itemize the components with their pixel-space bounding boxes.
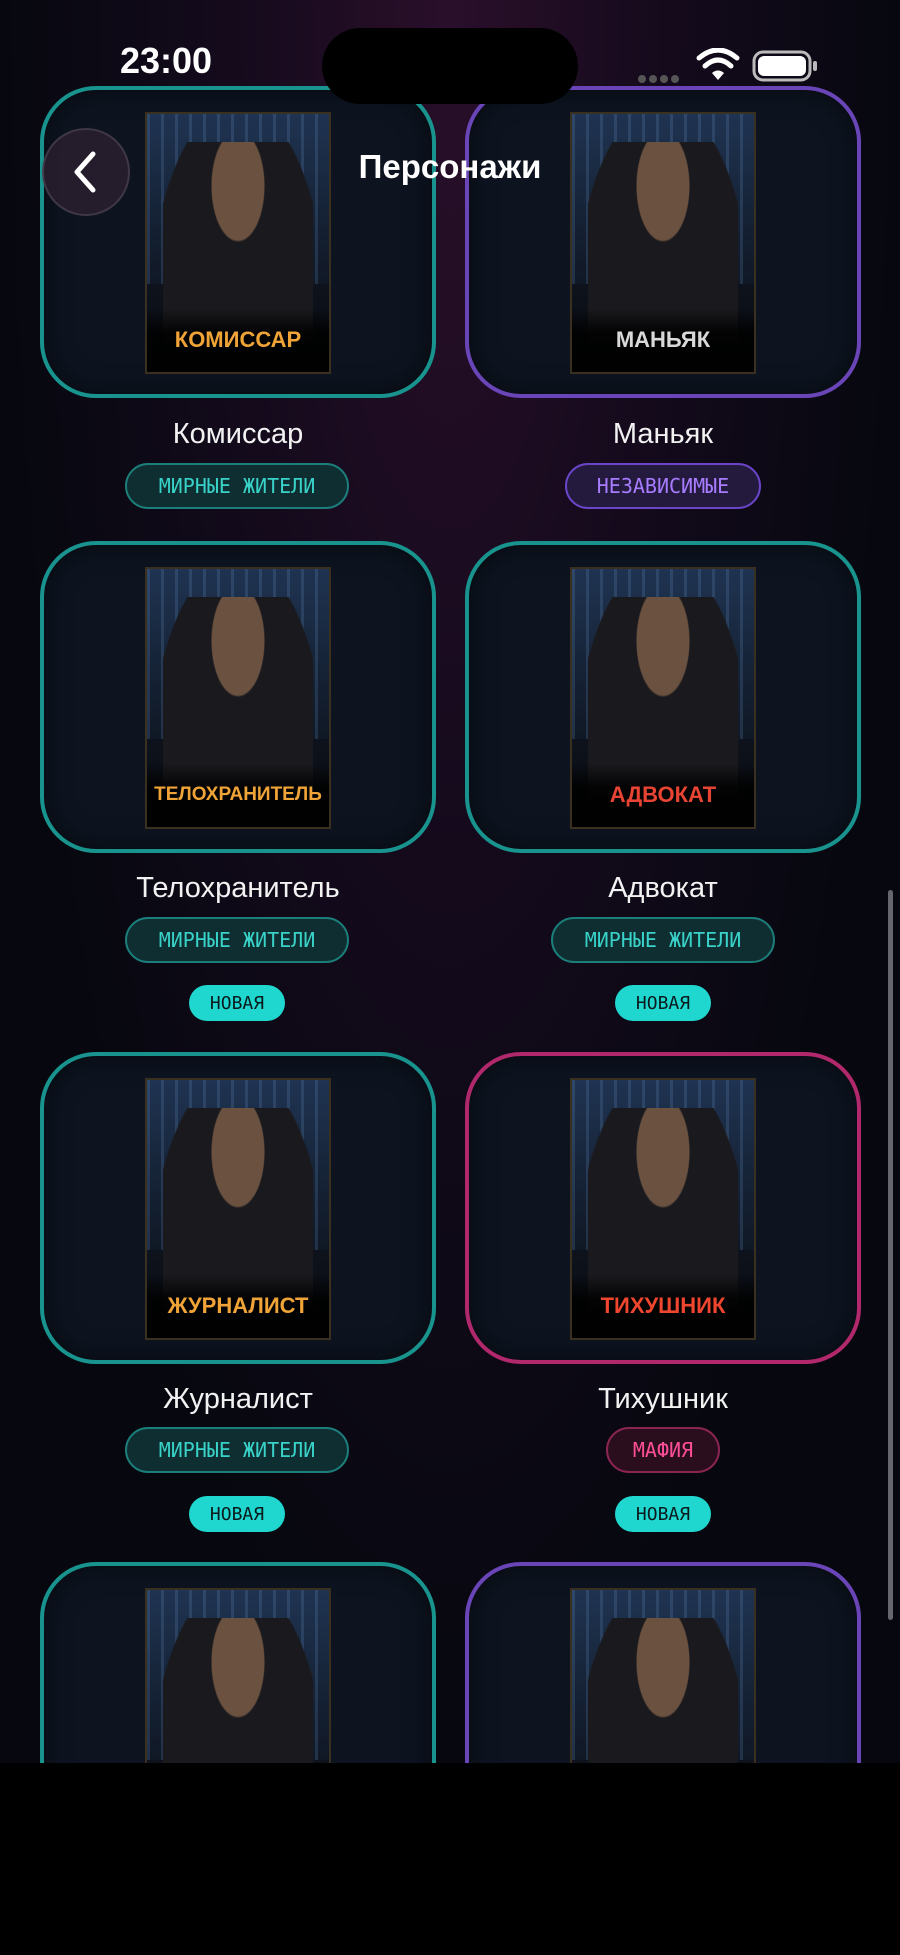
page-title: Персонажи — [358, 148, 542, 185]
poster-label: ЖУРНАЛИСТ — [167, 1293, 309, 1318]
poster-label: ТИХУШНИК — [600, 1293, 726, 1318]
bottom-area — [0, 1763, 900, 1955]
new-badge: НОВАЯ — [615, 985, 711, 1021]
character-card[interactable] — [465, 1562, 861, 1763]
character-name: Маньяк — [612, 418, 714, 450]
character-card-journalist[interactable]: ЖУРНАЛИСТ — [40, 1052, 436, 1364]
team-badge: МИРНЫЕ ЖИТЕЛИ — [125, 917, 349, 963]
character-card-maniac[interactable]: МАНЬЯК — [465, 86, 861, 398]
new-badge: НОВАЯ — [615, 1496, 711, 1532]
character-card-bodyguard[interactable]: ТЕЛОХРАНИТЕЛЬ — [40, 541, 436, 853]
character-grid: КОМИССАР Комиссар МИРНЫЕ ЖИТЕЛИ МАНЬЯК М… — [0, 0, 900, 1763]
character-poster: АДВОКАТ — [570, 567, 756, 829]
new-badge: НОВАЯ — [189, 985, 285, 1021]
team-badge: МИРНЫЕ ЖИТЕЛИ — [125, 463, 349, 509]
character-name: Журналист — [163, 1383, 313, 1415]
poster-label: КОМИССАР — [174, 327, 302, 352]
team-badge: МАФИЯ — [606, 1427, 720, 1473]
character-card-silent[interactable]: ТИХУШНИК — [465, 1052, 861, 1364]
character-name: Тихушник — [598, 1383, 728, 1415]
scrollbar[interactable] — [888, 890, 893, 1620]
wifi-icon — [696, 48, 740, 80]
character-poster: ТИХУШНИК — [570, 1078, 756, 1340]
character-name: Телохранитель — [136, 872, 340, 904]
poster-label: АДВОКАТ — [609, 782, 717, 807]
status-time: 23:00 — [120, 40, 213, 81]
team-badge: МИРНЫЕ ЖИТЕЛИ — [125, 1427, 349, 1473]
poster-label: МАНЬЯК — [615, 327, 711, 352]
character-card[interactable] — [40, 1562, 436, 1763]
battery-icon — [752, 50, 817, 82]
character-name: Адвокат — [608, 872, 718, 904]
character-card-lawyer[interactable]: АДВОКАТ — [465, 541, 861, 853]
cellular-signal-icon — [638, 68, 682, 87]
character-poster: ТЕЛОХРАНИТЕЛЬ — [145, 567, 331, 829]
screen: КОМИССАР Комиссар МИРНЫЕ ЖИТЕЛИ МАНЬЯК М… — [0, 0, 900, 1763]
team-badge: МИРНЫЕ ЖИТЕЛИ — [551, 917, 775, 963]
dynamic-island — [322, 28, 578, 104]
new-badge: НОВАЯ — [189, 1496, 285, 1532]
character-poster — [145, 1588, 331, 1763]
character-name: Комиссар — [172, 418, 304, 450]
poster-label: ТЕЛОХРАНИТЕЛЬ — [154, 784, 322, 805]
team-badge: НЕЗАВИСИМЫЕ — [565, 463, 761, 509]
character-poster — [570, 1588, 756, 1763]
character-poster: ЖУРНАЛИСТ — [145, 1078, 331, 1340]
